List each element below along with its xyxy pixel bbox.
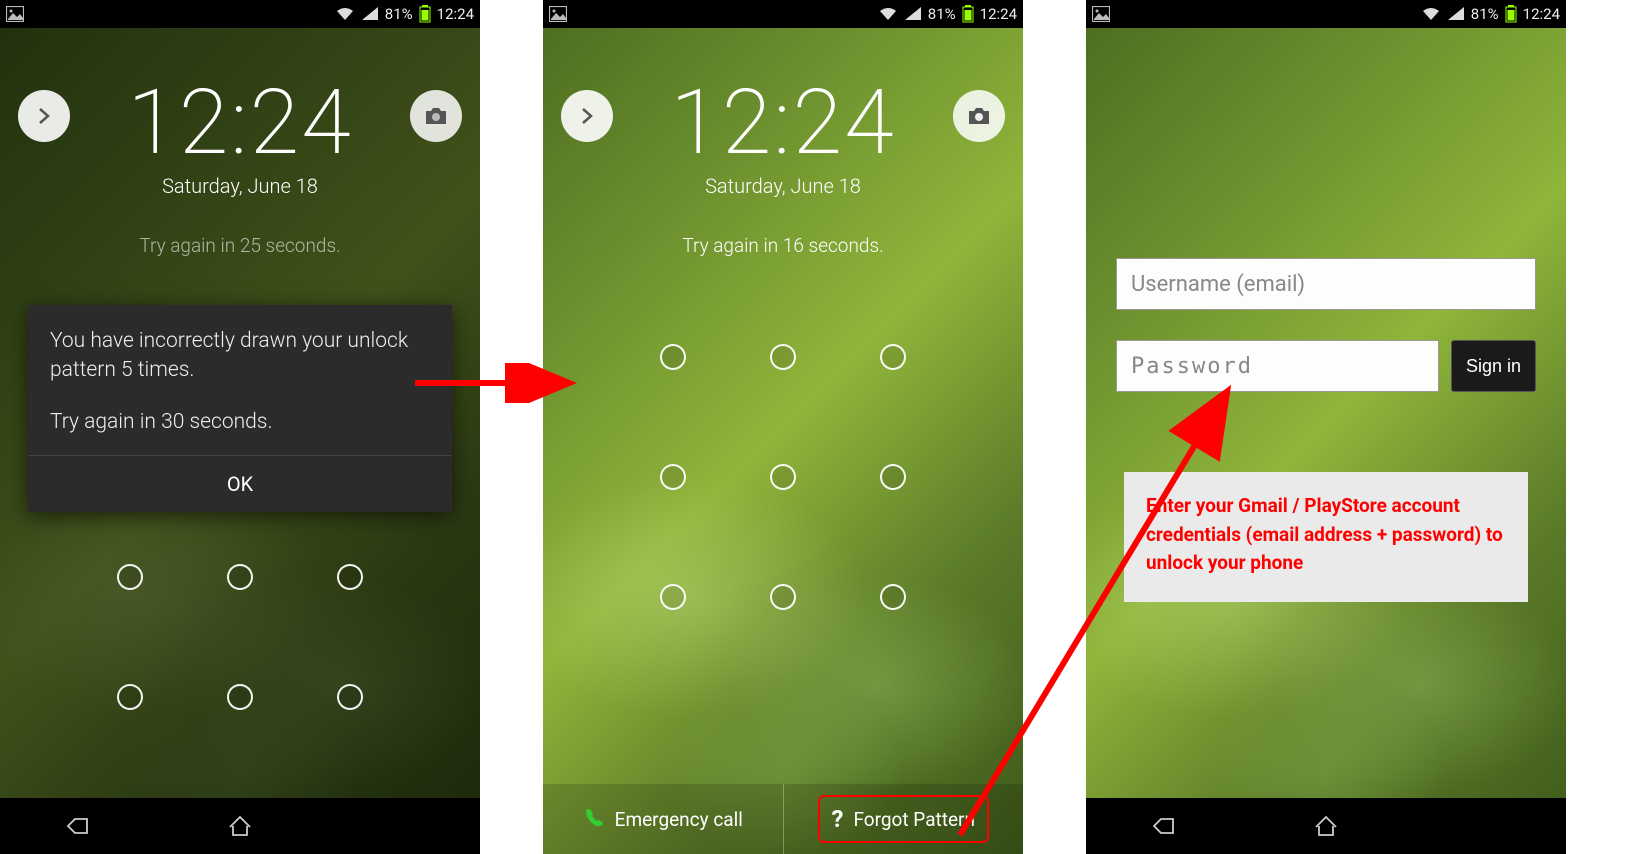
clock-date: Saturday, June 18 [543, 174, 1023, 198]
wifi-icon [335, 6, 355, 22]
signal-icon [904, 6, 922, 22]
battery-percent: 81% [1471, 5, 1499, 23]
signin-button[interactable]: Sign in [1451, 340, 1536, 392]
pattern-grid[interactable] [618, 297, 948, 657]
pattern-dot[interactable] [185, 517, 295, 637]
nav-home-button[interactable] [160, 814, 320, 838]
pattern-dot[interactable] [295, 637, 405, 757]
picture-icon [6, 6, 24, 22]
pattern-dot[interactable] [618, 537, 728, 657]
nav-back-button[interactable] [0, 814, 160, 838]
status-bar: 81% 12:24 [0, 0, 480, 28]
login-form: Sign in [1116, 258, 1536, 392]
pattern-dot[interactable] [618, 297, 728, 417]
nav-bar [0, 798, 480, 854]
bottom-button-bar: Emergency call ? Forgot Pattern [543, 784, 1023, 854]
error-dialog: You have incorrectly drawn your unlock p… [28, 305, 452, 512]
pattern-dot[interactable] [838, 537, 948, 657]
status-time: 12:24 [980, 5, 1017, 23]
battery-percent: 81% [385, 5, 413, 23]
clock-time: 12:24 [543, 78, 1023, 168]
forgot-pattern-button[interactable]: ? Forgot Pattern [784, 784, 1024, 854]
pattern-dot[interactable] [75, 637, 185, 757]
phone-screen-3: 81% 12:24 Sign in Enter your Gmail / Pla… [1086, 0, 1566, 854]
status-time: 12:24 [1523, 5, 1560, 23]
battery-percent: 81% [928, 5, 956, 23]
dialog-line1: You have incorrectly drawn your unlock p… [50, 327, 430, 386]
dialog-line2: Try again in 30 seconds. [50, 408, 430, 437]
pattern-dot[interactable] [728, 297, 838, 417]
battery-icon [419, 5, 431, 23]
pattern-dot[interactable] [728, 417, 838, 537]
clock-time: 12:24 [0, 78, 480, 168]
phone-screen-2: 81% 12:24 12:24 Saturday, June 18 Try ag… [543, 0, 1023, 854]
wifi-icon [878, 6, 898, 22]
wifi-icon [1421, 6, 1441, 22]
clock-area: 12:24 Saturday, June 18 [543, 78, 1023, 198]
signal-icon [1447, 6, 1465, 22]
nav-home-button[interactable] [1246, 814, 1406, 838]
password-input[interactable] [1116, 340, 1439, 392]
status-bar: 81% 12:24 [543, 0, 1023, 28]
phone-screen-1: 81% 12:24 12:24 Saturday, June 18 Try ag… [0, 0, 480, 854]
nav-bar [1086, 798, 1566, 854]
tryagain-text-bg: Try again in 25 seconds. [0, 234, 480, 257]
pattern-dot[interactable] [618, 417, 728, 537]
username-input[interactable] [1116, 258, 1536, 310]
clock-area: 12:24 Saturday, June 18 [0, 78, 480, 198]
pattern-dot[interactable] [728, 537, 838, 657]
emergency-call-button[interactable]: Emergency call [543, 784, 783, 854]
signal-icon [361, 6, 379, 22]
annotation-text: Enter your Gmail / PlayStore account cre… [1146, 492, 1506, 578]
pattern-dot[interactable] [838, 297, 948, 417]
status-time: 12:24 [437, 5, 474, 23]
pattern-dot[interactable] [185, 637, 295, 757]
pattern-dot[interactable] [838, 417, 948, 537]
pattern-dot[interactable] [75, 517, 185, 637]
status-bar: 81% 12:24 [1086, 0, 1566, 28]
nav-back-button[interactable] [1086, 814, 1246, 838]
forgot-pattern-label: Forgot Pattern [853, 808, 975, 831]
clock-date: Saturday, June 18 [0, 174, 480, 198]
picture-icon [549, 6, 567, 22]
phone-icon [583, 806, 605, 833]
picture-icon [1092, 6, 1110, 22]
tryagain-text: Try again in 16 seconds. [543, 234, 1023, 257]
annotation-note: Enter your Gmail / PlayStore account cre… [1124, 472, 1528, 602]
pattern-dot[interactable] [295, 517, 405, 637]
emergency-call-label: Emergency call [615, 808, 743, 831]
question-icon: ? [832, 805, 844, 833]
battery-icon [962, 5, 974, 23]
battery-icon [1505, 5, 1517, 23]
dialog-ok-button[interactable]: OK [28, 456, 452, 512]
